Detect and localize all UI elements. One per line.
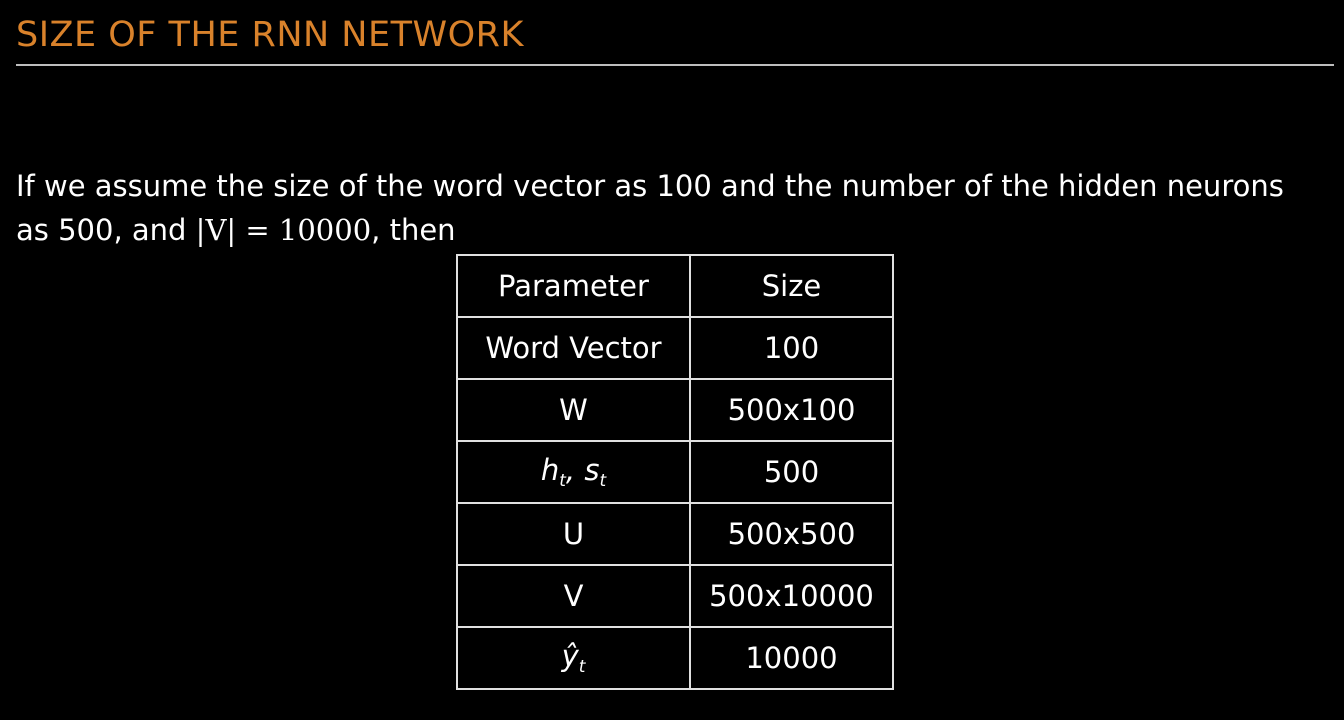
table-row: ht, st 500 [456, 440, 894, 504]
paragraph-line-1: If we assume the size of the word vector… [16, 169, 1284, 203]
param-cell-math: ht, st [456, 440, 691, 504]
table-row: ŷt 10000 [456, 626, 894, 690]
intro-paragraph: If we assume the size of the word vector… [16, 164, 1334, 252]
size-cell: 10000 [689, 626, 894, 690]
table-row: V 500x10000 [456, 564, 894, 628]
param-cell: Word Vector [456, 316, 691, 380]
size-cell: 500x100 [689, 378, 894, 442]
math-base: s [584, 453, 600, 487]
table-row: U 500x500 [456, 502, 894, 566]
math-separator: , [565, 453, 585, 487]
size-cell: 500x500 [689, 502, 894, 566]
param-cell: W [456, 378, 691, 442]
paragraph-line-2: as 500, and |V| = 10000, then [16, 208, 1334, 252]
math-subscript: t [578, 657, 586, 677]
header-size: Size [689, 254, 894, 318]
title-divider [16, 64, 1334, 66]
slide-title: SIZE OF THE RNN NETWORK [16, 15, 524, 55]
math-base: ŷ [561, 639, 579, 673]
param-cell-math: ŷt [456, 626, 691, 690]
table-header-row: Parameter Size [456, 254, 894, 318]
param-cell: U [456, 502, 691, 566]
parameter-size-table: Parameter Size Word Vector 100 W 500x100… [456, 254, 894, 690]
paragraph-line-2-prefix: as 500, and [16, 213, 196, 247]
header-parameter: Parameter [456, 254, 691, 318]
paragraph-line-2-suffix: , then [371, 213, 456, 247]
math-base: h [540, 453, 560, 487]
size-cell: 500x10000 [689, 564, 894, 628]
param-cell: V [456, 564, 691, 628]
table-row: Word Vector 100 [456, 316, 894, 380]
size-cell: 500 [689, 440, 894, 504]
vocab-size-expression: |V| = 10000 [195, 213, 372, 247]
math-subscript: t [559, 471, 566, 491]
math-subscript: t [599, 471, 607, 491]
size-cell: 100 [689, 316, 894, 380]
table-row: W 500x100 [456, 378, 894, 442]
